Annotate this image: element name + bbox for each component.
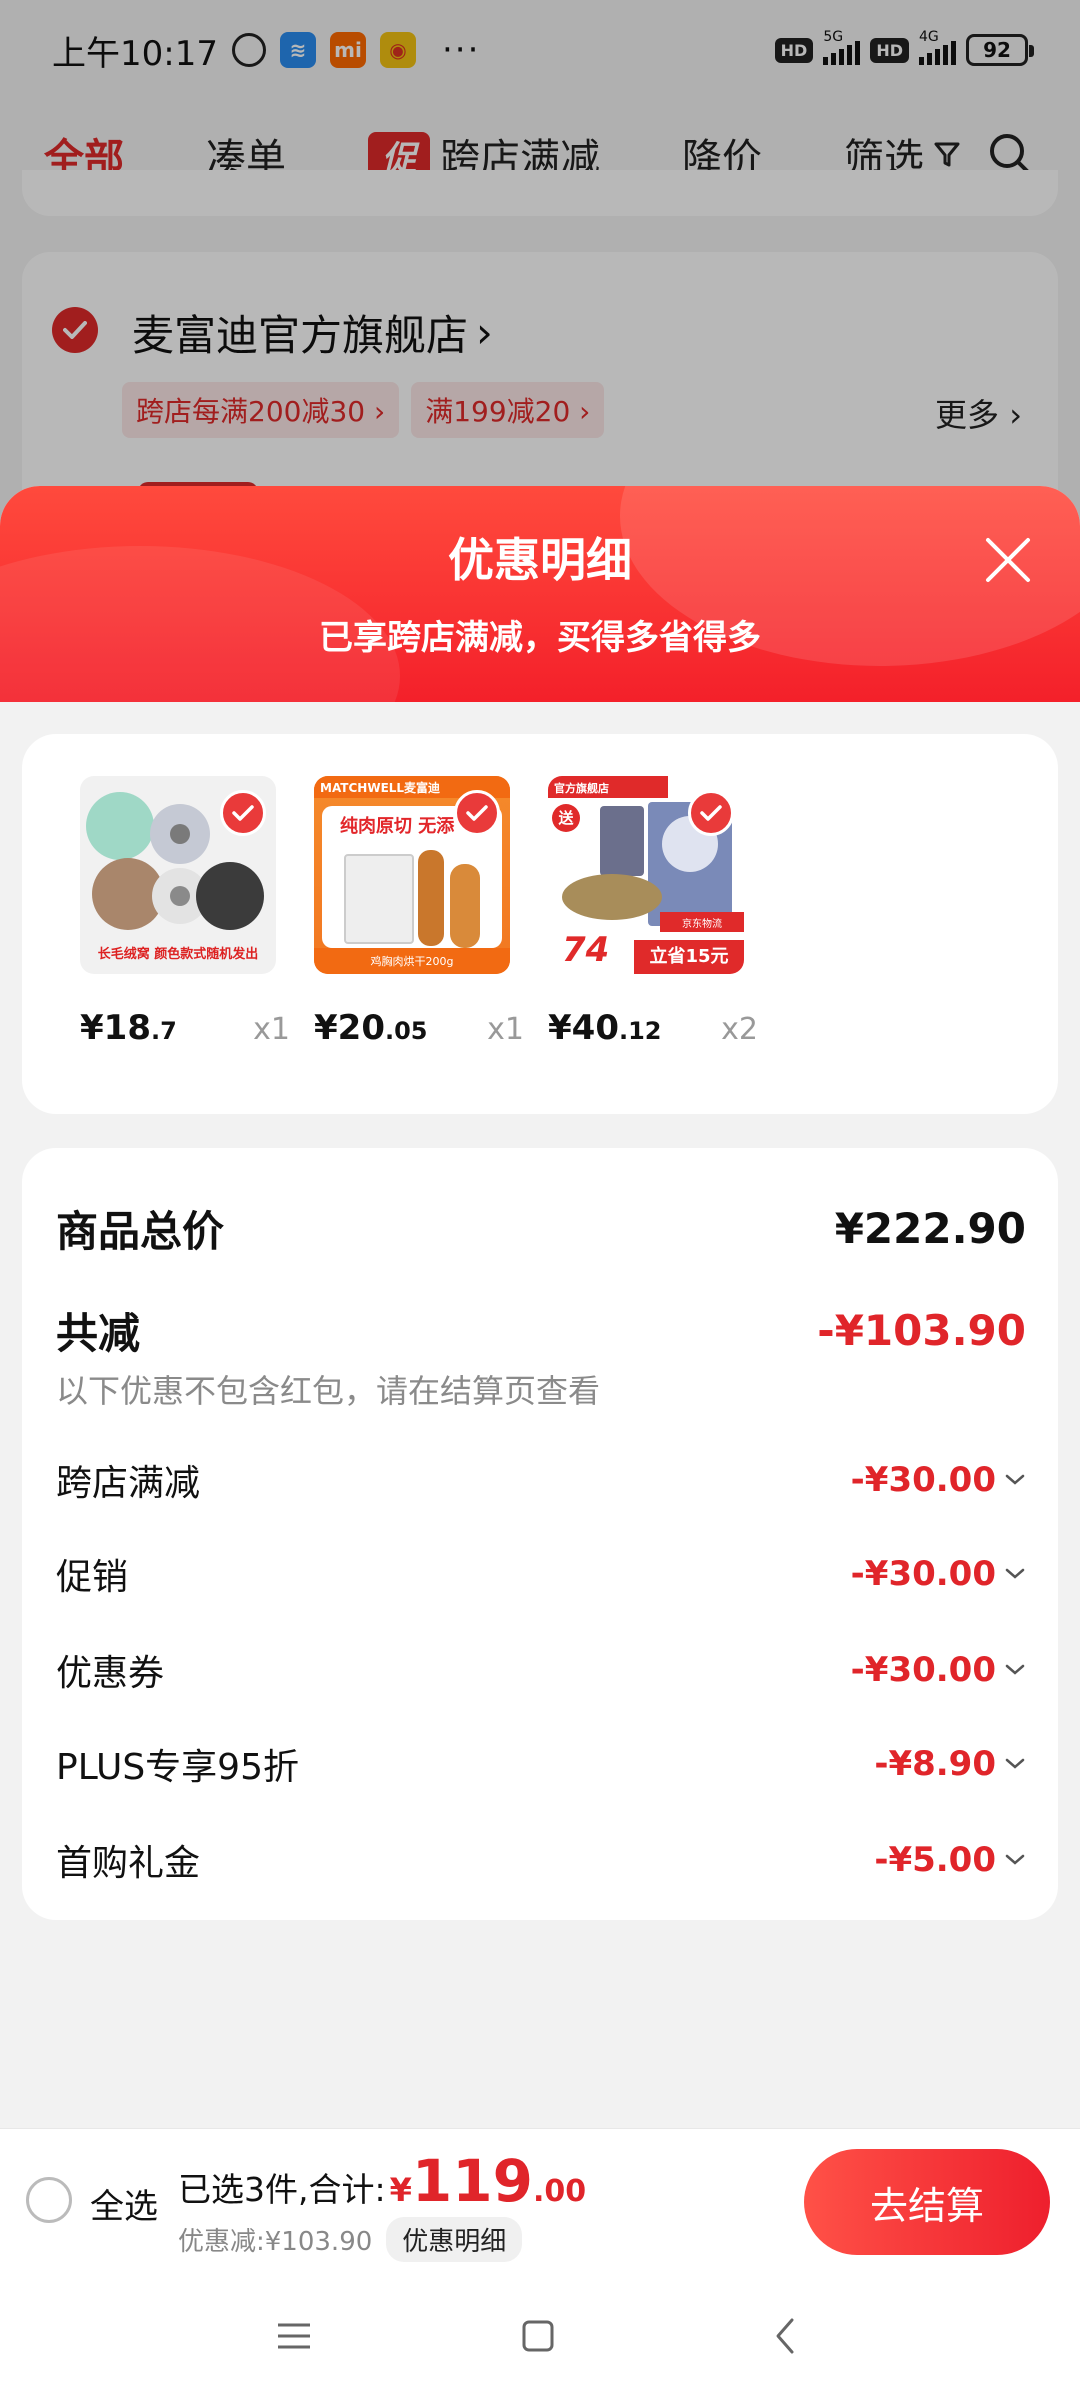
total-price-row: 商品总价 ¥222.90 [56, 1198, 1026, 1259]
discount-item-value: -¥30.00 [850, 1460, 996, 1500]
home-icon[interactable] [518, 2316, 558, 2356]
product-image-cat-kibble: 官方旗舰店 送 京东物流 74 立省15元 [548, 776, 744, 974]
products-card: 长毛绒窝 颜色款式随机发出 ¥18.7 x1 MATCHWELL麦富迪 纯肉原切… [22, 734, 1058, 1114]
product-image-headline: 纯肉原切 无添 [340, 816, 455, 837]
product-image-pet-jerky: MATCHWELL麦富迪 纯肉原切 无添 鸡胸肉烘干200g [314, 776, 510, 974]
summary-card: 商品总价 ¥222.90 共减 -¥103.90 以下优惠不包含红包，请在结算页… [22, 1148, 1058, 1920]
product-price: ¥20.05 [314, 1008, 428, 1048]
product-check-icon [220, 790, 266, 836]
product-price-row: ¥18.7 x1 [80, 1008, 290, 1048]
discount-item-value: -¥30.00 [850, 1554, 996, 1594]
price-decimal: .7 [150, 1017, 177, 1045]
price-decimal: .05 [384, 1017, 428, 1045]
product-image-save: 立省15元 [634, 940, 744, 974]
total-price-label: 商品总价 [56, 1207, 225, 1256]
product-item[interactable]: 长毛绒窝 颜色款式随机发出 ¥18.7 x1 [80, 776, 290, 1048]
product-check-icon [688, 790, 734, 836]
chevron-down-icon [1005, 1758, 1025, 1769]
selected-count-text: 已选3件,合计: [178, 2170, 386, 2209]
saved-amount: 优惠减:¥103.90 [178, 2227, 373, 2257]
system-nav-bar [0, 2270, 1080, 2400]
product-image-store: 官方旗舰店 [548, 776, 668, 798]
saved-line: 优惠减:¥103.90 优惠明细 [178, 2217, 523, 2262]
discount-item-label: PLUS专享95折 [56, 1747, 299, 1788]
discount-item-row[interactable]: PLUS专享95折 -¥8.90 [56, 1738, 1026, 1790]
discount-note: 以下优惠不包含红包，请在结算页查看 [56, 1372, 601, 1410]
price-decimal: .12 [618, 1017, 662, 1045]
product-price: ¥40.12 [548, 1008, 662, 1048]
discount-item-label: 跨店满减 [56, 1463, 201, 1504]
product-image-logistics: 京东物流 [660, 912, 744, 932]
discount-item-label: 促销 [56, 1557, 129, 1598]
total-discount-row: 共减 -¥103.90 [56, 1300, 1026, 1361]
price-integer: ¥18 [80, 1008, 151, 1048]
sheet-title: 优惠明细 [448, 533, 632, 587]
select-all-label[interactable]: 全选 [90, 2179, 158, 2228]
total-discount-label: 共减 [56, 1309, 141, 1358]
product-item[interactable]: MATCHWELL麦富迪 纯肉原切 无添 鸡胸肉烘干200g ¥20.05 x1 [314, 776, 524, 1048]
discount-detail-button[interactable]: 优惠明细 [386, 2217, 523, 2262]
discount-item-value: -¥5.00 [874, 1840, 996, 1880]
checkout-bar: 全选 已选3件,合计: ¥ 119 .00 优惠减:¥103.90 优惠明细 去… [0, 2128, 1080, 2270]
total-price-value: ¥222.90 [834, 1204, 1026, 1253]
discount-item-row[interactable]: 首购礼金 -¥5.00 [56, 1834, 1026, 1886]
total-line: 已选3件,合计: ¥ 119 .00 [178, 2147, 586, 2215]
total-currency: ¥ [389, 2171, 412, 2209]
price-integer: ¥20 [314, 1008, 385, 1048]
select-all-radio[interactable] [26, 2177, 72, 2223]
discount-item-value: -¥8.90 [874, 1744, 996, 1784]
product-quantity: x2 [721, 1012, 758, 1047]
product-image-caption: 长毛绒窝 颜色款式随机发出 [97, 947, 259, 962]
sheet-subtitle: 已享跨店满减，买得多省得多 [319, 618, 761, 658]
total-discount-value: -¥103.90 [817, 1306, 1026, 1355]
product-image-gift: 送 [552, 804, 580, 832]
close-icon[interactable] [980, 532, 1036, 588]
chevron-down-icon [1005, 1568, 1025, 1579]
product-quantity: x1 [253, 1012, 290, 1047]
product-price-row: ¥40.12 x2 [548, 1008, 758, 1048]
total-amount-decimal: .00 [532, 2174, 587, 2209]
discount-detail-sheet: 优惠明细 已享跨店满减，买得多省得多 长毛绒窝 颜色款式随机发出 ¥18.7 x… [0, 486, 1080, 2400]
discount-item-row[interactable]: 促销 -¥30.00 [56, 1548, 1026, 1600]
discount-item-label: 首购礼金 [56, 1843, 201, 1884]
back-icon[interactable] [766, 2316, 806, 2356]
chevron-down-icon [1005, 1854, 1025, 1865]
checkout-button[interactable]: 去结算 [804, 2149, 1050, 2255]
total-amount-integer: 119 [411, 2147, 533, 2215]
price-integer: ¥40 [548, 1008, 619, 1048]
menu-icon[interactable] [274, 2316, 314, 2356]
product-price: ¥18.7 [80, 1008, 177, 1048]
discount-item-row[interactable]: 跨店满减 -¥30.00 [56, 1454, 1026, 1506]
product-check-icon [454, 790, 500, 836]
chevron-down-icon [1005, 1664, 1025, 1675]
discount-item-row[interactable]: 优惠券 -¥30.00 [56, 1644, 1026, 1696]
product-price-row: ¥20.05 x1 [314, 1008, 524, 1048]
product-image-price: 74 [562, 930, 610, 970]
discount-item-value: -¥30.00 [850, 1650, 996, 1690]
chevron-down-icon [1005, 1474, 1025, 1485]
product-quantity: x1 [487, 1012, 524, 1047]
product-image-footer: 鸡胸肉烘干200g [314, 948, 510, 974]
sheet-header: 优惠明细 已享跨店满减，买得多省得多 [0, 486, 1080, 702]
product-image-cat-bed: 长毛绒窝 颜色款式随机发出 [80, 776, 276, 974]
discount-item-label: 优惠券 [56, 1653, 165, 1694]
product-item[interactable]: 官方旗舰店 送 京东物流 74 立省15元 ¥40.12 x2 [548, 776, 758, 1048]
